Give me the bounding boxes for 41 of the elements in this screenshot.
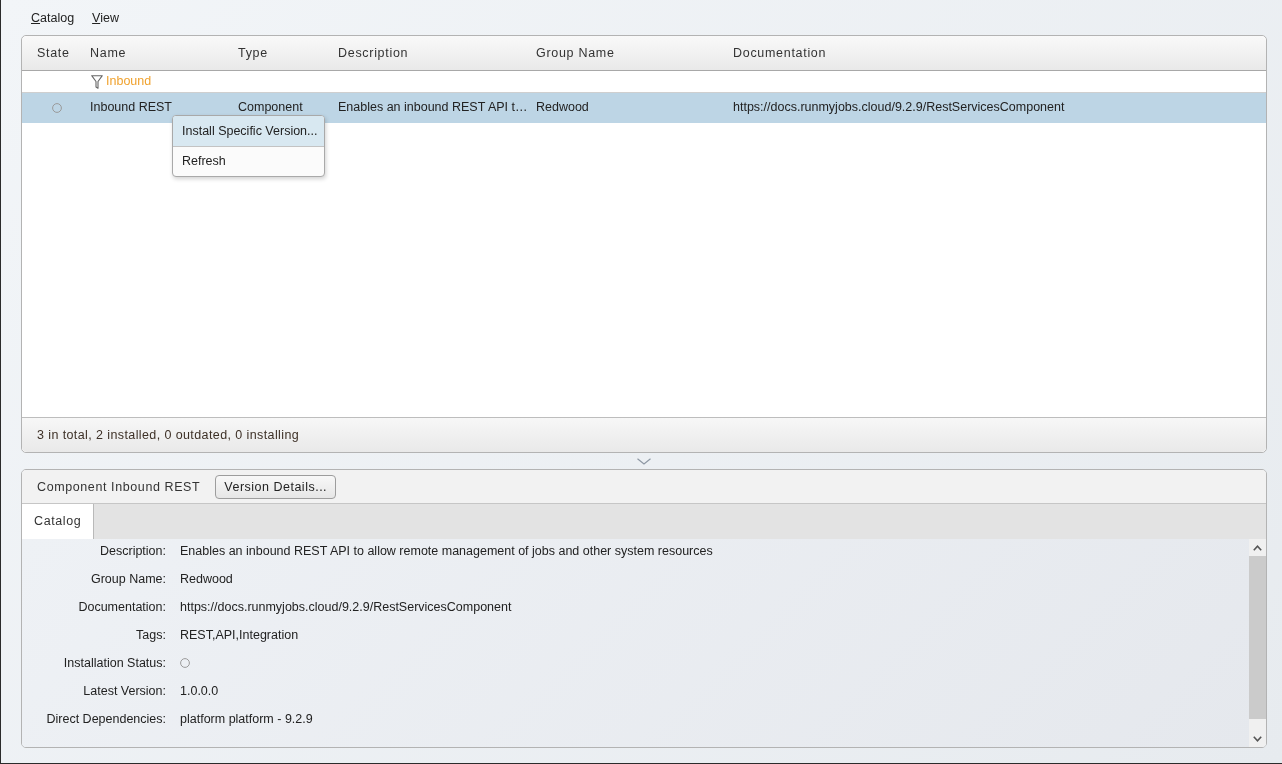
property-value: REST,API,Integration [180,627,299,644]
menu-item[interactable]: Catalog [31,9,75,26]
status-circle-icon [52,103,62,113]
property-value: Enables an inbound REST API to allow remote management of jobs and other system resources [180,543,713,560]
property-label: Tags: [136,627,166,644]
scroll-down-icon[interactable] [1253,735,1262,742]
scrollbar[interactable] [1249,539,1266,747]
scrollbar-thumb[interactable] [1249,556,1266,719]
column-header[interactable]: Group Name [536,45,615,61]
table-cell: https://docs.runmyjobs.cloud/9.2.9/RestServicesComponent [733,101,1065,114]
context-menu-item[interactable]: Refresh [173,146,324,176]
column-header[interactable]: Description [338,45,409,61]
table-cell: Inbound REST [90,101,172,114]
property-label: Description: [100,543,166,560]
version-details-button[interactable]: Version Details... [215,474,337,499]
property-label: Documentation: [78,599,166,616]
status-circle-icon [180,658,190,668]
details-title: Component Inbound REST [37,478,201,495]
table-cell: Redwood [536,101,589,114]
property-label: Group Name: [90,571,166,588]
status-text: 3 in total, 2 installed, 0 outdated, 0 installing [37,427,300,443]
property-value: Redwood [180,571,233,588]
column-header[interactable]: Name [90,45,127,61]
property-label: Latest Version: [83,683,166,700]
property-label: Direct Dependencies: [46,711,166,728]
property-label: Installation Status: [63,655,166,672]
filter-text: Inbound [106,74,152,89]
context-menu-item[interactable]: Install Specific Version... [173,116,324,146]
filter-icon[interactable] [91,74,103,89]
property-value: platform platform - 9.2.9 [180,711,313,728]
table-cell: Component [238,101,303,114]
table-row[interactable]: Inbound REST Component Enables an inbound REST API t… Redwood https://docs.runmyjobs.cloud/9.2.9/RestServicesComponent [22,93,1266,123]
column-header[interactable]: Type [238,45,268,61]
column-header[interactable]: Documentation [733,45,827,61]
property-value: https://docs.runmyjobs.cloud/9.2.9/RestServicesComponent [180,599,512,616]
menu-item[interactable]: View [92,9,119,26]
column-header[interactable]: State [37,45,70,61]
tab[interactable]: Catalog [22,504,95,539]
scroll-up-icon[interactable] [1253,544,1262,551]
table-cell: Enables an inbound REST API t… [338,101,528,114]
property-value: 1.0.0.0 [180,683,219,700]
